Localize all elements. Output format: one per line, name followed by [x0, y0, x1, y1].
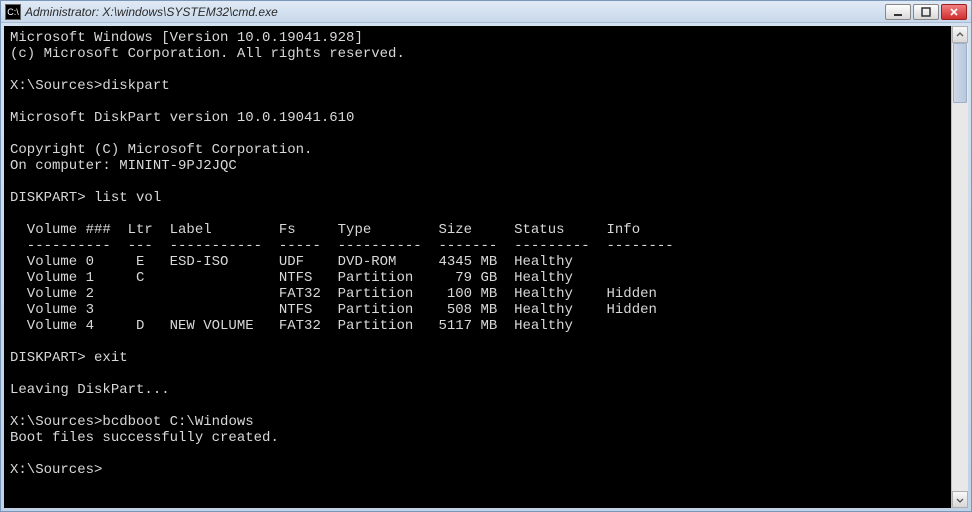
prompt: X:\Sources> — [10, 414, 102, 430]
table-row: Volume 2 FAT32 Partition 100 MB Healthy … — [10, 286, 657, 302]
titlebar[interactable]: C:\ Administrator: X:\windows\SYSTEM32\c… — [1, 1, 971, 23]
vertical-scrollbar[interactable] — [951, 26, 968, 508]
close-icon — [949, 7, 959, 17]
content-area: Microsoft Windows [Version 10.0.19041.92… — [1, 23, 971, 511]
table-header: Volume ### Ltr Label Fs Type Size Status… — [10, 222, 640, 238]
window-controls — [885, 4, 967, 20]
window-title: Administrator: X:\windows\SYSTEM32\cmd.e… — [25, 5, 885, 19]
maximize-icon — [921, 7, 931, 17]
maximize-button[interactable] — [913, 4, 939, 20]
prompt: X:\Sources> — [10, 78, 102, 94]
chevron-down-icon — [956, 496, 964, 504]
table-row: Volume 0 E ESD-ISO UDF DVD-ROM 4345 MB H… — [10, 254, 573, 270]
table-row: Volume 1 C NTFS Partition 79 GB Healthy — [10, 270, 573, 286]
chevron-up-icon — [956, 31, 964, 39]
boot-result: Boot files successfully created. — [10, 430, 279, 446]
scroll-down-button[interactable] — [952, 491, 968, 508]
prompt: X:\Sources> — [10, 462, 102, 478]
diskpart-prompt: DISKPART> — [10, 190, 94, 206]
leaving-line: Leaving DiskPart... — [10, 382, 170, 398]
command-text: list vol — [94, 190, 161, 206]
scroll-up-button[interactable] — [952, 26, 968, 43]
copyright-line: (c) Microsoft Corporation. All rights re… — [10, 46, 405, 62]
scrollbar-thumb[interactable] — [953, 43, 967, 103]
minimize-button[interactable] — [885, 4, 911, 20]
diskpart-version: Microsoft DiskPart version 10.0.19041.61… — [10, 110, 354, 126]
table-row: Volume 3 NTFS Partition 508 MB Healthy H… — [10, 302, 657, 318]
diskpart-copyright: Copyright (C) Microsoft Corporation. — [10, 142, 312, 158]
diskpart-computer: On computer: MININT-9PJ2JQC — [10, 158, 237, 174]
command-text: diskpart — [102, 78, 169, 94]
terminal-output[interactable]: Microsoft Windows [Version 10.0.19041.92… — [4, 26, 951, 508]
header-line: Microsoft Windows [Version 10.0.19041.92… — [10, 30, 363, 46]
close-button[interactable] — [941, 4, 967, 20]
command-text: exit — [94, 350, 128, 366]
minimize-icon — [893, 7, 903, 17]
app-icon: C:\ — [5, 4, 21, 20]
diskpart-prompt: DISKPART> — [10, 350, 94, 366]
command-text: bcdboot C:\Windows — [102, 414, 253, 430]
console-window: C:\ Administrator: X:\windows\SYSTEM32\c… — [0, 0, 972, 512]
scrollbar-track[interactable] — [952, 43, 968, 491]
table-row: Volume 4 D NEW VOLUME FAT32 Partition 51… — [10, 318, 573, 334]
table-separator: ---------- --- ----------- ----- -------… — [10, 238, 674, 254]
